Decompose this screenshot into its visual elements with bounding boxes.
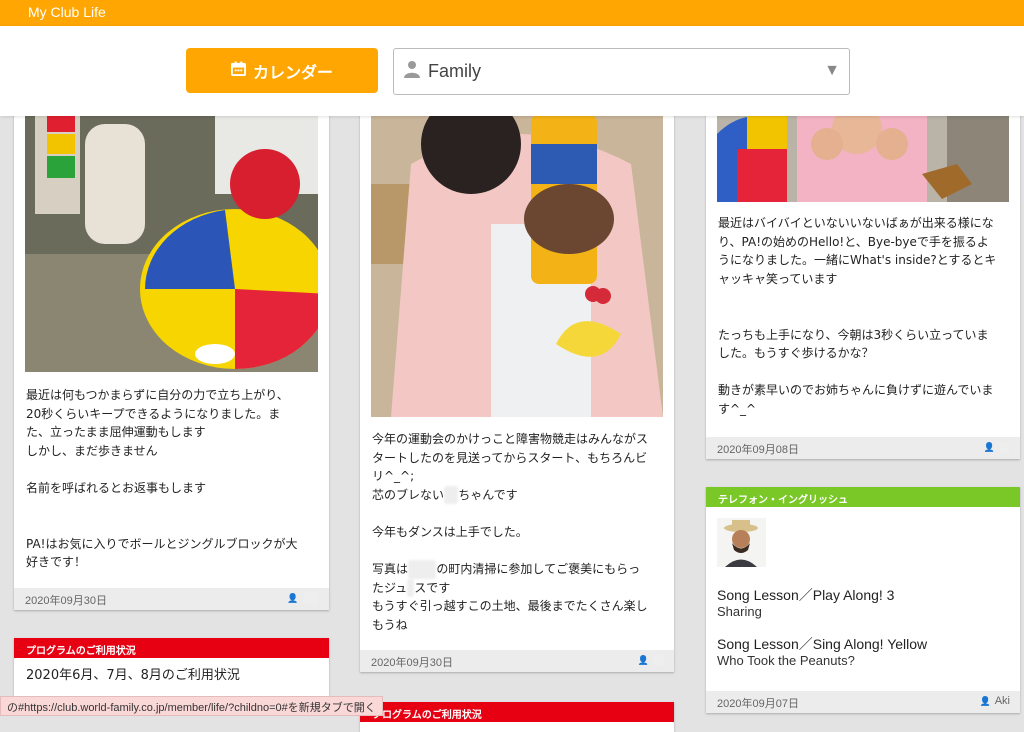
card-text-line: 今年もダンスは上手でした。 (372, 524, 528, 539)
text-part: ちゃんです (458, 487, 518, 502)
song1-title: Song Lesson／Play Along! 3 (717, 587, 895, 603)
card-text-line: 今年の運動会のかけっこと障害物競走はみんながス (372, 432, 649, 446)
text-part: の町内清掃に参加してご褒美にもらっ (436, 562, 641, 577)
chevron-down-icon: ▼ (824, 62, 840, 79)
card-text-line: 写真はxxxxの町内清掃に参加してご褒美にもらっ (372, 560, 668, 579)
card-photo (371, 104, 663, 417)
card-footer: 2020年09月08日 👤 xx (706, 437, 1020, 459)
link-status-bar: の#https://club.world-family.co.jp/member… (0, 696, 383, 716)
card-footer: 2020年09月07日 👤 Aki (706, 691, 1020, 713)
user-icon: 👤 (979, 695, 991, 706)
text-part: 写真は (372, 562, 409, 577)
card-date: 2020年09月30日 (25, 595, 107, 607)
author-name-redacted: xx (999, 441, 1010, 453)
text-part: たジュ (372, 580, 408, 595)
card-author: 👤 xx (984, 441, 1010, 453)
toolbar: カレンダー Family ▼ (0, 26, 1024, 116)
author-name-redacted: xx (653, 654, 664, 666)
redacted-text: x (407, 578, 415, 598)
card-author: 👤 Aki (980, 695, 1011, 707)
program-usage-card[interactable]: プログラムのご利用状況 (360, 702, 674, 732)
card-text-line: タートしたのを見送ってからスタート、もちろんビ (372, 450, 648, 465)
card-photo (25, 104, 318, 372)
program-usage-tag: プログラムのご利用状況 (14, 638, 329, 658)
family-select[interactable]: Family ▼ (393, 48, 850, 95)
card-photo (717, 104, 1009, 202)
card-author: 👤 xxx (287, 592, 319, 604)
app-brand[interactable]: My Club Life (28, 4, 106, 20)
user-icon: 👤 (287, 592, 299, 603)
redacted-name: xx (444, 485, 459, 505)
family-select-value: Family (428, 61, 481, 81)
user-icon: 👤 (637, 654, 649, 665)
card-date: 2020年09月08日 (717, 444, 799, 456)
teacher-avatar (717, 518, 766, 567)
program-usage-tag: プログラムのご利用状況 (360, 702, 674, 722)
user-icon: 👤 (983, 441, 995, 452)
card-text-line: 芯のブレないxxちゃんです (372, 485, 668, 505)
card-text: 今年の運動会のかけっこと障害物競走はみんながス タートしたのを見送ってからスター… (372, 430, 668, 635)
diary-card[interactable]: 最近はバイバイといないいないばぁが出来る様にな り、PA!の始めのHello!と… (706, 104, 1020, 459)
top-bar: My Club Life (0, 0, 1024, 26)
song2-subtitle: Who Took the Peanuts? (717, 653, 855, 668)
person-icon (404, 60, 420, 83)
card-text: 最近はバイバイといないいないばぁが出来る様にな り、PA!の始めのHello!と… (718, 216, 997, 416)
card-text-line: もうね (372, 617, 408, 632)
calendar-icon (230, 60, 253, 81)
card-date: 2020年09月30日 (371, 657, 453, 669)
card-author: 👤 xx (638, 654, 664, 666)
card-text: 最近は何もつかまらずに自分の力で立ち上がり、 20秒くらいキープできるようになり… (26, 388, 298, 570)
song1-subtitle: Sharing (717, 604, 762, 619)
card-text-line: たジュxスです (372, 578, 668, 598)
card-text-line: もうすぐ引っ越すこの土地、最後までたくさん楽し (372, 599, 648, 614)
text-part: 芯のブレない (372, 487, 445, 502)
song2-title: Song Lesson／Sing Along! Yellow (717, 636, 928, 652)
text-part: スです (414, 580, 451, 595)
author-name: Aki (994, 695, 1010, 707)
redacted-text: xxxx (408, 560, 437, 579)
telephone-english-tag: テレフォン・イングリッシュ (706, 487, 1020, 507)
diary-card[interactable]: 最近は何もつかまらずに自分の力で立ち上がり、 20秒くらいキープできるようになり… (14, 104, 329, 610)
card-date: 2020年09月07日 (717, 698, 799, 710)
calendar-button-label: カレンダー (252, 64, 333, 82)
diary-card[interactable]: 今年の運動会のかけっこと障害物競走はみんながス タートしたのを見送ってからスター… (360, 104, 674, 672)
card-footer: 2020年09月30日 👤 xx (360, 650, 674, 672)
program-usage-text: 2020年6月、7月、8月のご利用状況 (26, 668, 240, 683)
author-name-redacted: xxx (302, 592, 319, 604)
telephone-english-card[interactable]: テレフォン・イングリッシュ Song Lesson／Play Along! 3 … (706, 487, 1020, 713)
calendar-button[interactable]: カレンダー (186, 48, 378, 93)
card-footer: 2020年09月30日 👤 xxx (14, 588, 329, 610)
card-text-line: リ^_^; (372, 469, 415, 484)
